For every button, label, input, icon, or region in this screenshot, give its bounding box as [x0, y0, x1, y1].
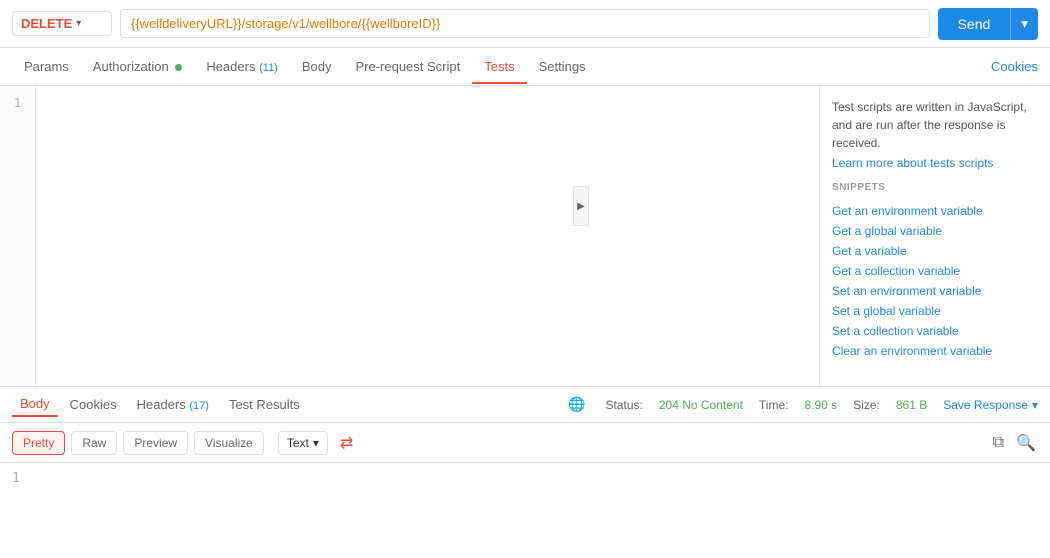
resp-tab-headers-label: Headers: [137, 397, 186, 412]
snippet-get-collection-var[interactable]: Get a collection variable: [832, 261, 1038, 281]
tab-settings-label: Settings: [539, 59, 586, 74]
snippet-get-variable[interactable]: Get a variable: [832, 241, 1038, 261]
tab-headers[interactable]: Headers (11): [194, 51, 290, 84]
url-input[interactable]: [120, 9, 930, 38]
globe-icon: 🌐: [568, 396, 585, 413]
format-preview-button[interactable]: Preview: [123, 431, 188, 455]
size-value: 861 B: [896, 398, 927, 412]
tab-headers-label: Headers: [206, 59, 255, 74]
text-type-label: Text: [287, 436, 309, 450]
snippets-info-text: Test scripts are written in JavaScript, …: [832, 98, 1038, 152]
snippets-label: SNIPPETS: [832, 182, 1038, 193]
tab-params-label: Params: [24, 59, 69, 74]
status-bar: 🌐 Status: 204 No Content Time: 8.90 s Si…: [568, 396, 1038, 413]
nav-tabs: Params Authorization Headers (11) Body P…: [0, 48, 1050, 86]
search-button[interactable]: 🔍: [1014, 431, 1038, 455]
size-label: Size:: [853, 398, 880, 412]
resp-headers-badge: (17): [189, 400, 209, 412]
resp-tab-body[interactable]: Body: [12, 392, 58, 417]
snippets-panel: Test scripts are written in JavaScript, …: [820, 86, 1050, 386]
authorization-dot: [175, 64, 182, 71]
snippet-get-global-var[interactable]: Get a global variable: [832, 221, 1038, 241]
save-response-arrow: ▾: [1032, 398, 1038, 412]
snippet-set-global-var[interactable]: Set a global variable: [832, 301, 1038, 321]
format-raw-button[interactable]: Raw: [71, 431, 117, 455]
body-toolbar: Pretty Raw Preview Visualize Text ▾ ⇄ ⧉ …: [0, 423, 1050, 463]
time-label: Time:: [759, 398, 789, 412]
send-button[interactable]: Send: [938, 8, 1011, 40]
tab-tests[interactable]: Tests: [472, 51, 526, 84]
resp-tab-headers[interactable]: Headers (17): [129, 393, 217, 416]
save-response-button[interactable]: Save Response ▾: [943, 398, 1038, 412]
snippet-set-collection-var[interactable]: Set a collection variable: [832, 321, 1038, 341]
top-bar: DELETE ▾ Send ▾: [0, 0, 1050, 48]
send-button-group: Send ▾: [938, 8, 1038, 40]
editor-gutter: 1: [0, 86, 36, 386]
wrap-icon[interactable]: ⇄: [340, 433, 353, 453]
format-pretty-button[interactable]: Pretty: [12, 431, 65, 455]
tab-authorization[interactable]: Authorization: [81, 51, 195, 84]
status-value: 204 No Content: [659, 398, 743, 412]
tab-authorization-label: Authorization: [93, 59, 169, 74]
time-value: 8.90 s: [804, 398, 837, 412]
response-body: 1: [0, 463, 1050, 494]
line-number-1: 1: [0, 94, 35, 112]
format-visualize-button[interactable]: Visualize: [194, 431, 264, 455]
tab-body[interactable]: Body: [290, 51, 344, 84]
method-label: DELETE: [21, 16, 72, 31]
resp-tab-body-label: Body: [20, 396, 50, 411]
save-response-label: Save Response: [943, 398, 1028, 412]
tab-tests-label: Tests: [484, 59, 514, 74]
tab-pre-request-label: Pre-request Script: [355, 59, 460, 74]
snippet-clear-env-var[interactable]: Clear an environment variable: [832, 341, 1038, 361]
resp-tab-test-results[interactable]: Test Results: [221, 393, 308, 416]
panel-toggle[interactable]: ▶: [573, 186, 589, 226]
main-content: 1 ▶ Test scripts are written in JavaScri…: [0, 86, 1050, 386]
resp-tab-test-results-label: Test Results: [229, 397, 300, 412]
snippet-set-env-var[interactable]: Set an environment variable: [832, 281, 1038, 301]
copy-button[interactable]: ⧉: [991, 431, 1006, 455]
editor-panel[interactable]: 1 ▶: [0, 86, 820, 386]
response-header: Body Cookies Headers (17) Test Results 🌐…: [0, 387, 1050, 423]
text-type-dropdown[interactable]: Text ▾: [278, 431, 328, 455]
resp-tab-cookies-label: Cookies: [70, 397, 117, 412]
method-dropdown-arrow: ▾: [76, 18, 81, 29]
tab-pre-request[interactable]: Pre-request Script: [343, 51, 472, 84]
resp-tab-cookies[interactable]: Cookies: [62, 393, 125, 416]
tab-settings[interactable]: Settings: [527, 51, 598, 84]
snippets-learn-more-link[interactable]: Learn more about tests scripts: [832, 156, 1038, 170]
editor-content[interactable]: [36, 86, 819, 386]
status-label: Status:: [606, 398, 643, 412]
tab-body-label: Body: [302, 59, 332, 74]
snippet-get-env-var[interactable]: Get an environment variable: [832, 201, 1038, 221]
tab-params[interactable]: Params: [12, 51, 81, 84]
cookies-link[interactable]: Cookies: [991, 59, 1038, 74]
response-area: Body Cookies Headers (17) Test Results 🌐…: [0, 386, 1050, 494]
toolbar-right: ⧉ 🔍: [991, 431, 1038, 455]
text-dropdown-arrow: ▾: [313, 436, 319, 450]
send-dropdown-button[interactable]: ▾: [1010, 8, 1038, 40]
headers-badge: (11): [259, 62, 278, 74]
method-selector[interactable]: DELETE ▾: [12, 11, 112, 36]
response-line-number: 1: [12, 471, 20, 486]
